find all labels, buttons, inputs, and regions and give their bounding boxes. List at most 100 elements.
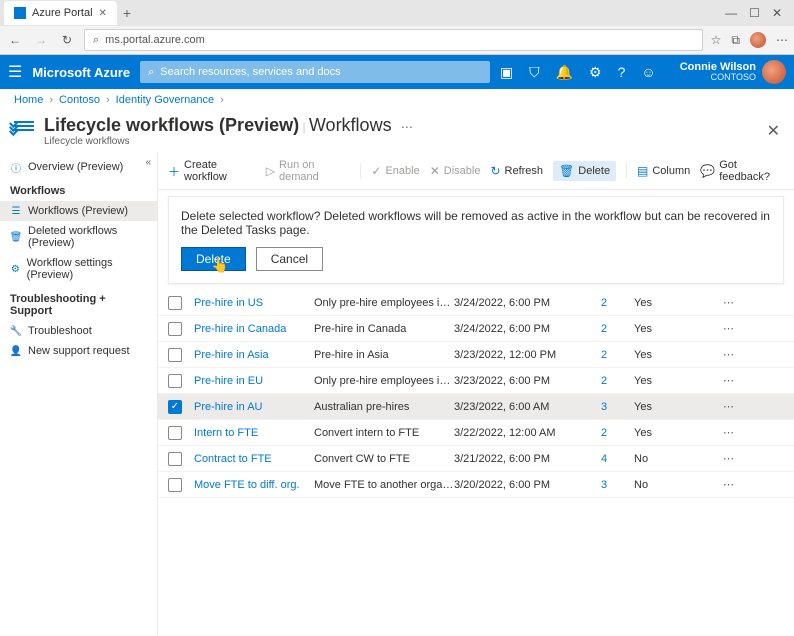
global-search[interactable]: ⌕ <box>140 61 490 83</box>
toolbar-label: Delete <box>578 165 610 177</box>
sidebar-item-settings[interactable]: ⚙ Workflow settings (Preview) <box>0 253 157 285</box>
crumb-home[interactable]: Home <box>14 94 43 106</box>
feedback-icon[interactable]: ☺ <box>641 64 655 80</box>
task-count[interactable]: 2 <box>574 297 634 309</box>
workflow-name-link[interactable]: Pre-hire in AU <box>194 401 314 413</box>
table-row[interactable]: ✓Pre-hire in AUAustralian pre-hires3/23/… <box>158 394 794 420</box>
crumb-contoso[interactable]: Contoso <box>59 94 100 106</box>
row-checkbox[interactable]: ✓ <box>168 400 182 414</box>
back-button[interactable]: ← <box>6 33 24 47</box>
minimize-icon[interactable]: — <box>725 6 737 20</box>
row-more-icon[interactable]: ⋯ <box>694 400 734 413</box>
sidebar-item-overview[interactable]: ⓘ Overview (Preview) <box>0 157 157 177</box>
create-workflow-button[interactable]: ＋Create workflow <box>168 159 256 183</box>
cancel-button[interactable]: Cancel <box>256 247 323 271</box>
column-button[interactable]: ▤Column <box>637 164 690 178</box>
close-window-icon[interactable]: ✕ <box>772 6 782 20</box>
brand-label[interactable]: Microsoft Azure <box>32 65 130 80</box>
row-more-icon[interactable]: ⋯ <box>694 322 734 335</box>
workflow-name-link[interactable]: Pre-hire in EU <box>194 375 314 387</box>
browser-tab[interactable]: Azure Portal ✕ <box>4 1 117 25</box>
crumb-idgov[interactable]: Identity Governance <box>116 94 214 106</box>
enable-button[interactable]: ✓Enable <box>371 164 419 178</box>
table-row[interactable]: Move FTE to diff. org.Move FTE to anothe… <box>158 472 794 498</box>
trash-icon: 🗑 <box>10 231 22 243</box>
toolbar: ＋Create workflow ▷Run on demand ✓Enable … <box>158 153 794 190</box>
confirm-message: Delete selected workflow? Deleted workfl… <box>181 209 771 237</box>
table-row[interactable]: Pre-hire in AsiaPre-hire in Asia3/23/202… <box>158 342 794 368</box>
more-icon[interactable]: ⋯ <box>401 120 413 134</box>
row-checkbox[interactable] <box>168 426 182 440</box>
workflow-name-link[interactable]: Pre-hire in Canada <box>194 323 314 335</box>
refresh-button[interactable]: ↻Refresh <box>490 164 543 178</box>
table-row[interactable]: Pre-hire in EUOnly pre-hire employees in… <box>158 368 794 394</box>
azure-favicon-icon <box>14 7 26 19</box>
workflow-name-link[interactable]: Move FTE to diff. org. <box>194 479 314 491</box>
refresh-button[interactable]: ↻ <box>58 33 76 47</box>
page-section: Workflows <box>309 115 392 135</box>
sidebar-item-support[interactable]: 👤 New support request <box>0 341 157 361</box>
row-more-icon[interactable]: ⋯ <box>694 426 734 439</box>
row-checkbox[interactable] <box>168 374 182 388</box>
row-checkbox[interactable] <box>168 478 182 492</box>
task-count[interactable]: 2 <box>574 323 634 335</box>
row-more-icon[interactable]: ⋯ <box>694 296 734 309</box>
forward-button[interactable]: → <box>32 33 50 47</box>
url-text: ms.portal.azure.com <box>105 34 205 46</box>
table-row[interactable]: Pre-hire in CanadaPre-hire in Canada3/24… <box>158 316 794 342</box>
workflow-name-link[interactable]: Contract to FTE <box>194 453 314 465</box>
table-row[interactable]: Contract to FTEConvert CW to FTE3/21/202… <box>158 446 794 472</box>
run-on-demand-button[interactable]: ▷Run on demand <box>266 159 351 183</box>
task-count[interactable]: 3 <box>574 401 634 413</box>
favorites-icon[interactable]: ☆ <box>711 33 722 47</box>
disable-button[interactable]: ✕Disable <box>430 164 481 178</box>
maximize-icon[interactable]: ☐ <box>749 6 760 20</box>
profile-avatar-icon[interactable] <box>750 32 766 48</box>
reading-icon[interactable]: ⧉ <box>731 33 740 48</box>
workflow-name-link[interactable]: Intern to FTE <box>194 427 314 439</box>
user-block[interactable]: Connie Wilson CONTOSO <box>680 60 786 84</box>
row-more-icon[interactable]: ⋯ <box>694 478 734 491</box>
task-count[interactable]: 2 <box>574 427 634 439</box>
close-blade-button[interactable]: ✕ <box>767 121 780 141</box>
browser-chrome: Azure Portal ✕ + — ☐ ✕ ← → ↻ ⌕ ms.portal… <box>0 0 794 55</box>
row-more-icon[interactable]: ⋯ <box>694 374 734 387</box>
delete-button[interactable]: 🗑Delete <box>553 161 616 181</box>
new-tab-button[interactable]: + <box>123 5 131 21</box>
x-icon: ✕ <box>430 164 440 178</box>
more-icon[interactable]: ⋯ <box>776 33 788 47</box>
wrench-icon: 🔧 <box>10 325 22 337</box>
sidebar-item-workflows[interactable]: ☰ Workflows (Preview) <box>0 201 157 221</box>
help-icon[interactable]: ? <box>618 64 626 80</box>
task-count[interactable]: 3 <box>574 479 634 491</box>
sidebar-item-deleted[interactable]: 🗑 Deleted workflows (Preview) <box>0 221 157 253</box>
collapse-sidebar-icon[interactable]: « <box>145 157 151 168</box>
table-row[interactable]: Pre-hire in USOnly pre-hire employees in… <box>158 290 794 316</box>
workflow-name-link[interactable]: Pre-hire in US <box>194 297 314 309</box>
directory-icon[interactable]: ⛉ <box>529 64 540 81</box>
task-count[interactable]: 2 <box>574 349 634 361</box>
address-bar[interactable]: ⌕ ms.portal.azure.com <box>84 29 703 51</box>
tab-close-icon[interactable]: ✕ <box>99 8 107 19</box>
task-count[interactable]: 4 <box>574 453 634 465</box>
workflow-description: Convert intern to FTE <box>314 427 454 439</box>
workflow-name-link[interactable]: Pre-hire in Asia <box>194 349 314 361</box>
row-more-icon[interactable]: ⋯ <box>694 348 734 361</box>
row-checkbox[interactable] <box>168 322 182 336</box>
row-checkbox[interactable] <box>168 348 182 362</box>
enabled-value: Yes <box>634 375 694 387</box>
cloud-shell-icon[interactable]: ▣ <box>500 64 513 81</box>
table-row[interactable]: Intern to FTEConvert intern to FTE3/22/2… <box>158 420 794 446</box>
menu-icon[interactable]: ☰ <box>8 62 22 82</box>
settings-icon[interactable]: ⚙ <box>589 64 602 81</box>
task-count[interactable]: 2 <box>574 375 634 387</box>
search-input[interactable] <box>160 66 482 78</box>
sidebar-item-troubleshoot[interactable]: 🔧 Troubleshoot <box>0 321 157 341</box>
row-more-icon[interactable]: ⋯ <box>694 452 734 465</box>
row-checkbox[interactable] <box>168 296 182 310</box>
notifications-icon[interactable]: 🔔 <box>556 64 573 81</box>
info-icon: ⓘ <box>10 161 22 173</box>
confirm-delete-button[interactable]: Delete <box>181 247 246 271</box>
row-checkbox[interactable] <box>168 452 182 466</box>
feedback-button[interactable]: 💬Got feedback? <box>700 159 784 183</box>
